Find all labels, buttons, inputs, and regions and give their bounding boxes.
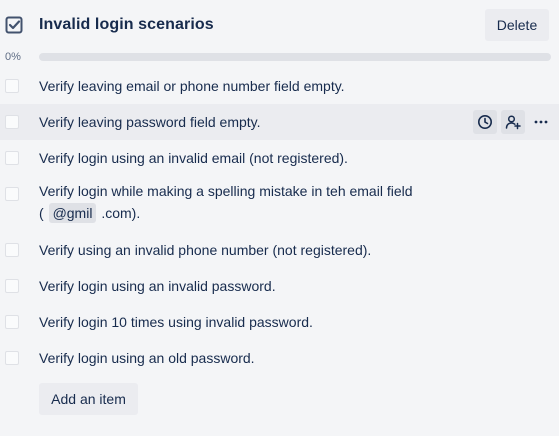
more-actions-button[interactable] <box>529 110 553 134</box>
clock-icon <box>478 115 492 129</box>
checklist-item[interactable]: Verify login while making a spelling mis… <box>0 176 559 234</box>
checklist-item[interactable]: Verify login 10 times using invalid pass… <box>0 304 559 340</box>
assign-member-button[interactable] <box>501 110 525 134</box>
item-text-line: Verify login while making a spelling mis… <box>39 183 413 199</box>
item-text[interactable]: Verify login using an invalid email (not… <box>39 147 348 169</box>
item-checkbox[interactable] <box>5 187 19 201</box>
item-checkbox[interactable] <box>5 151 19 165</box>
item-text[interactable]: Verify using an invalid phone number (no… <box>39 239 371 261</box>
inline-code-chip: @gmil <box>48 203 97 223</box>
item-text[interactable]: Verify login using an old password. <box>39 347 255 369</box>
add-item-button[interactable]: Add an item <box>39 383 138 415</box>
item-checkbox[interactable] <box>5 115 19 129</box>
item-text[interactable]: Verify leaving email or phone number fie… <box>39 75 345 97</box>
assign-member-icon <box>505 115 521 130</box>
progress-bar <box>39 53 551 61</box>
checklist-item[interactable]: Verify using an invalid phone number (no… <box>0 232 559 268</box>
checklist-item[interactable]: Verify leaving password field empty. <box>0 104 559 140</box>
item-checkbox[interactable] <box>5 279 19 293</box>
item-text-line: ( @gmil .com). <box>39 202 413 224</box>
more-icon <box>534 120 548 124</box>
checklist-item[interactable]: Verify login using an invalid email (not… <box>0 140 559 176</box>
checklist-item[interactable]: Verify login using an old password. <box>0 340 559 376</box>
item-text[interactable]: Verify login while making a spelling mis… <box>39 180 413 224</box>
item-text[interactable]: Verify leaving password field empty. <box>39 111 261 133</box>
delete-checklist-button[interactable]: Delete <box>485 9 549 41</box>
item-text-fragment: .com). <box>101 205 141 221</box>
due-date-button[interactable] <box>473 110 497 134</box>
item-checkbox[interactable] <box>5 79 19 93</box>
checklist-item[interactable]: Verify leaving email or phone number fie… <box>0 68 559 104</box>
checkbox-checked-icon <box>5 16 23 34</box>
item-checkbox[interactable] <box>5 315 19 329</box>
item-checkbox[interactable] <box>5 351 19 365</box>
checklist-title[interactable]: Invalid login scenarios <box>39 16 214 34</box>
checklist-header: Invalid login scenarios Delete <box>0 0 559 50</box>
item-text[interactable]: Verify login 10 times using invalid pass… <box>39 311 313 333</box>
checklist-item[interactable]: Verify login using an invalid password. <box>0 268 559 304</box>
item-checkbox[interactable] <box>5 243 19 257</box>
item-text[interactable]: Verify login using an invalid password. <box>39 275 276 297</box>
item-actions <box>473 110 553 134</box>
item-text-fragment: ( <box>39 205 44 221</box>
progress-percent: 0% <box>5 51 21 63</box>
